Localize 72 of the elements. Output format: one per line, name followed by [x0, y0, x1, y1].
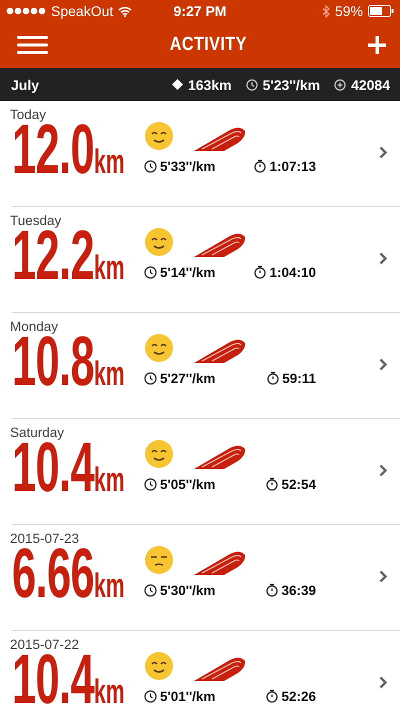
run-date: Monday — [10, 319, 60, 334]
fuel-icon — [334, 78, 346, 90]
run-date: 2015-07-22 — [10, 637, 80, 652]
add-icon[interactable] — [368, 36, 386, 54]
run-distance: 10.4km — [12, 654, 124, 711]
run-distance: 6.66km — [12, 548, 124, 614]
smiley-icon — [144, 650, 174, 680]
month-label: July — [11, 76, 40, 92]
smiley-icon — [144, 332, 174, 362]
run-date: Today — [10, 107, 48, 122]
run-distance: 12.0km — [12, 124, 124, 190]
stopwatch-icon — [266, 689, 278, 703]
run-duration: 52:54 — [281, 476, 316, 492]
run-distance: 12.2km — [12, 230, 124, 296]
run-pace: 5'30''/km — [160, 582, 216, 598]
fuel-total: 42084 — [351, 76, 390, 92]
run-pace: 5'01''/km — [160, 688, 216, 704]
pace-icon — [246, 78, 258, 90]
run-pace: 5'05''/km — [160, 476, 216, 492]
pace-icon — [144, 690, 157, 702]
stopwatch-icon — [266, 477, 278, 491]
run-duration: 1:04:10 — [269, 264, 316, 280]
pace-icon — [144, 478, 157, 490]
diamond-icon — [172, 79, 183, 90]
run-date: Saturday — [10, 425, 66, 440]
run-distance: 10.4km — [12, 442, 124, 508]
run-pace: 5'14''/km — [160, 264, 216, 280]
unamused-face-icon — [144, 544, 174, 574]
smiley-icon — [144, 438, 174, 468]
menu-icon[interactable] — [17, 35, 48, 55]
run-duration: 36:39 — [281, 582, 316, 598]
stopwatch-icon — [254, 265, 266, 279]
running-track-icon — [194, 656, 246, 680]
pace-icon — [144, 372, 157, 384]
running-track-icon — [194, 232, 246, 256]
battery-icon — [368, 5, 394, 17]
smiley-icon — [144, 226, 174, 256]
carrier-name: SpeakOut — [51, 3, 114, 19]
wifi-icon — [118, 6, 132, 16]
chevron-icon — [379, 676, 388, 688]
pace-icon — [144, 584, 157, 596]
stopwatch-icon — [267, 371, 280, 385]
running-track-icon — [194, 126, 246, 150]
running-track-icon — [194, 444, 246, 468]
pace-icon — [144, 160, 157, 172]
running-track-icon — [194, 550, 246, 574]
signal-icon — [6, 7, 46, 15]
smiley-icon — [144, 120, 174, 150]
run-duration: 1:07:13 — [269, 158, 316, 174]
clock-time: 9:27 PM — [174, 3, 226, 19]
run-date: Tuesday — [10, 213, 62, 228]
stopwatch-icon — [254, 159, 266, 173]
run-item[interactable]: Today12.0km 5'33''/km 1:07:13 — [12, 101, 400, 207]
page-title: ACTIVITY — [170, 34, 246, 56]
chevron-icon — [379, 146, 388, 158]
battery-percent: 59% — [334, 3, 363, 19]
run-pace: 5'27''/km — [160, 370, 216, 386]
run-distance: 10.8km — [12, 336, 124, 402]
run-pace: 5'33''/km — [160, 158, 216, 174]
run-duration: 52:26 — [281, 688, 316, 704]
chevron-icon — [379, 570, 388, 582]
run-duration: 59:11 — [282, 370, 316, 386]
bluetooth-icon — [322, 4, 330, 18]
stopwatch-icon — [266, 583, 278, 597]
chevron-icon — [379, 252, 388, 264]
average-pace: 5'23''/km — [262, 76, 320, 92]
chevron-icon — [379, 464, 388, 476]
total-distance: 163km — [188, 76, 232, 92]
pace-icon — [144, 266, 157, 278]
run-date: 2015-07-23 — [10, 531, 80, 546]
running-track-icon — [194, 338, 246, 362]
chevron-icon — [379, 358, 388, 370]
